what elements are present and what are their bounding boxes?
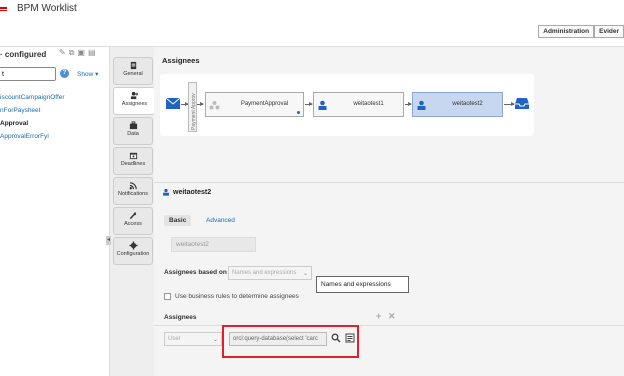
top-nav: Administration Evider: [538, 25, 624, 38]
logo-icon: [0, 7, 7, 11]
tab-assignees[interactable]: Assignees: [113, 87, 155, 115]
search-icon[interactable]: [331, 333, 341, 343]
task-list-item[interactable]: ApprovalErrorFyi: [0, 130, 65, 143]
chevron-down-icon: ⌄: [302, 271, 308, 277]
section-divider: [154, 182, 624, 183]
task-list-item[interactable]: iscountCampaignOffer: [0, 91, 65, 104]
participant-name: weitaotest2: [173, 188, 212, 196]
assignee-type-select[interactable]: User ⌄: [164, 332, 222, 346]
flow-node-weitaotest2[interactable]: weitaotest2: [412, 92, 503, 117]
delete-icon[interactable]: ▤: [88, 48, 96, 58]
user-icon: [417, 100, 426, 110]
end-inbox-icon: [515, 98, 529, 109]
show-dropdown[interactable]: Show ▾: [77, 70, 98, 78]
add-icon[interactable]: +: [376, 311, 381, 321]
top-bar: BPM Worklist: [0, 0, 624, 24]
assignees-header: Assignees + ✕: [154, 309, 624, 326]
tab-label: Data: [127, 131, 139, 137]
checkbox[interactable]: [164, 293, 171, 300]
users-icon: [130, 91, 139, 100]
flow-arrow: [504, 102, 515, 106]
delete-x-icon[interactable]: ✕: [388, 311, 396, 322]
checkbox-label: Use business rules to determine assignee…: [175, 293, 299, 300]
assignees-based-on-label: Assignees based on: [164, 269, 227, 276]
flow-node-payment-approval[interactable]: PaymentApproval: [205, 92, 304, 117]
group-icon: [209, 101, 220, 110]
clipboard-icon: [130, 61, 136, 70]
assignment-flow: Payment Approv PaymentApproval weitaotes…: [160, 74, 534, 136]
node-label: weitaotest2: [452, 101, 483, 107]
flow-arrow: [197, 102, 204, 106]
select-value: Names and expressions: [232, 270, 297, 276]
assignees-label: Assignees: [164, 314, 197, 321]
tab-configuration[interactable]: Configuration: [113, 237, 153, 265]
flow-arrow: [405, 102, 412, 106]
edit-icon[interactable]: ✎: [59, 48, 66, 58]
left-panel-title: · configured: [0, 50, 47, 59]
calendar-icon: [129, 152, 137, 160]
app-title: BPM Worklist: [17, 3, 77, 14]
tab-label: Access: [124, 221, 142, 227]
task-list: iscountCampaignOffer nForPaysheet Approv…: [0, 91, 65, 143]
participant-header: weitaotest2: [162, 188, 211, 196]
business-rules-checkbox-row[interactable]: Use business rules to determine assignee…: [164, 293, 299, 300]
left-panel: · configured ✎ ⧉ ▣ ▤ ? Show ▾ iscountCam…: [0, 47, 110, 376]
tab-basic[interactable]: Basic: [164, 215, 192, 226]
administration-button[interactable]: Administration: [538, 25, 595, 38]
help-icon[interactable]: ?: [60, 69, 69, 78]
assignees-based-on-select[interactable]: Names and expressions ⌄: [228, 266, 312, 280]
tab-label: Configuration: [116, 251, 150, 257]
participant-name-field[interactable]: weitaotest2: [171, 237, 256, 252]
task-search-input[interactable]: [0, 67, 56, 81]
rss-icon: [129, 182, 137, 190]
user-icon: [163, 188, 169, 196]
tab-general[interactable]: General: [113, 57, 153, 85]
assignee-expression-input[interactable]: orcl:query-database(select 'carc: [229, 332, 327, 346]
lane-label: Payment Approv: [188, 82, 197, 132]
chevron-down-icon: ⌄: [212, 337, 218, 343]
node-label: PaymentApproval: [240, 101, 289, 107]
user-icon: [318, 100, 327, 110]
gear-icon: [128, 241, 138, 250]
collapse-panel-handle[interactable]: ◂: [106, 236, 111, 245]
copy-icon[interactable]: ⧉: [69, 48, 75, 58]
tab-label: Assignees: [121, 101, 148, 107]
select-value: User: [168, 336, 181, 342]
tab-label: General: [123, 71, 143, 77]
briefcase-icon: [129, 121, 137, 130]
left-toolbar: ✎ ⧉ ▣ ▤: [59, 48, 96, 58]
flow-node-weitaotest1[interactable]: weitaotest1: [313, 92, 404, 117]
flow-arrow: [181, 102, 189, 106]
tab-data[interactable]: Data: [113, 117, 153, 145]
task-list-item[interactable]: Approval: [0, 117, 65, 130]
start-envelope-icon: [166, 98, 180, 109]
tab-label: Notifications: [118, 191, 148, 197]
expression-builder-icon[interactable]: [345, 333, 355, 343]
evidence-button[interactable]: Evider: [594, 25, 624, 38]
task-list-item[interactable]: nForPaysheet: [0, 104, 65, 117]
tooltip: Names and expressions: [316, 276, 409, 293]
flow-arrow: [305, 102, 313, 106]
tab-notifications[interactable]: Notifications: [113, 177, 153, 205]
node-label: weitaotest1: [353, 101, 384, 107]
tab-label: Deadlines: [120, 161, 146, 167]
tab-deadlines[interactable]: Deadlines: [113, 147, 153, 175]
node-marker-icon: [297, 111, 300, 114]
tab-advanced[interactable]: Advanced: [206, 217, 235, 224]
save-icon[interactable]: ▣: [77, 48, 85, 58]
main-panel: Assignees Payment Approv PaymentApproval…: [154, 47, 624, 376]
section-title: Assignees: [162, 56, 200, 65]
tab-access[interactable]: Access: [113, 207, 153, 235]
wrench-icon: [129, 211, 136, 220]
vertical-tabs: General Assignees Data Deadlines Notific…: [109, 47, 155, 376]
